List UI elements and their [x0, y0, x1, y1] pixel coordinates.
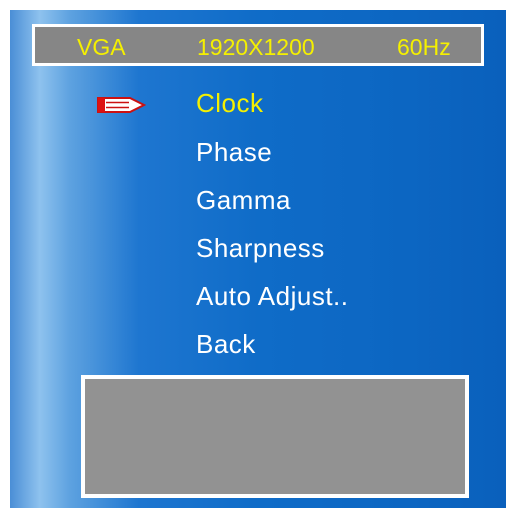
- refresh-rate-label: 60Hz: [397, 34, 451, 60]
- menu-item-clock[interactable]: Clock: [196, 88, 264, 118]
- signal-status-bar: VGA 1920X1200 60Hz: [32, 24, 484, 66]
- pencil-pointer-icon: [97, 97, 146, 113]
- input-source-label: VGA: [77, 34, 126, 60]
- menu-item-sharpness[interactable]: Sharpness: [196, 233, 325, 263]
- osd-menu-panel: VGA 1920X1200 60Hz Clock Phase Gamma Sha…: [10, 10, 506, 508]
- info-box: [81, 375, 469, 498]
- menu-item-auto-adjust[interactable]: Auto Adjust..: [196, 281, 348, 311]
- menu-item-phase[interactable]: Phase: [196, 137, 272, 167]
- resolution-label: 1920X1200: [197, 34, 315, 60]
- menu-item-back[interactable]: Back: [196, 329, 256, 359]
- menu-item-gamma[interactable]: Gamma: [196, 185, 291, 215]
